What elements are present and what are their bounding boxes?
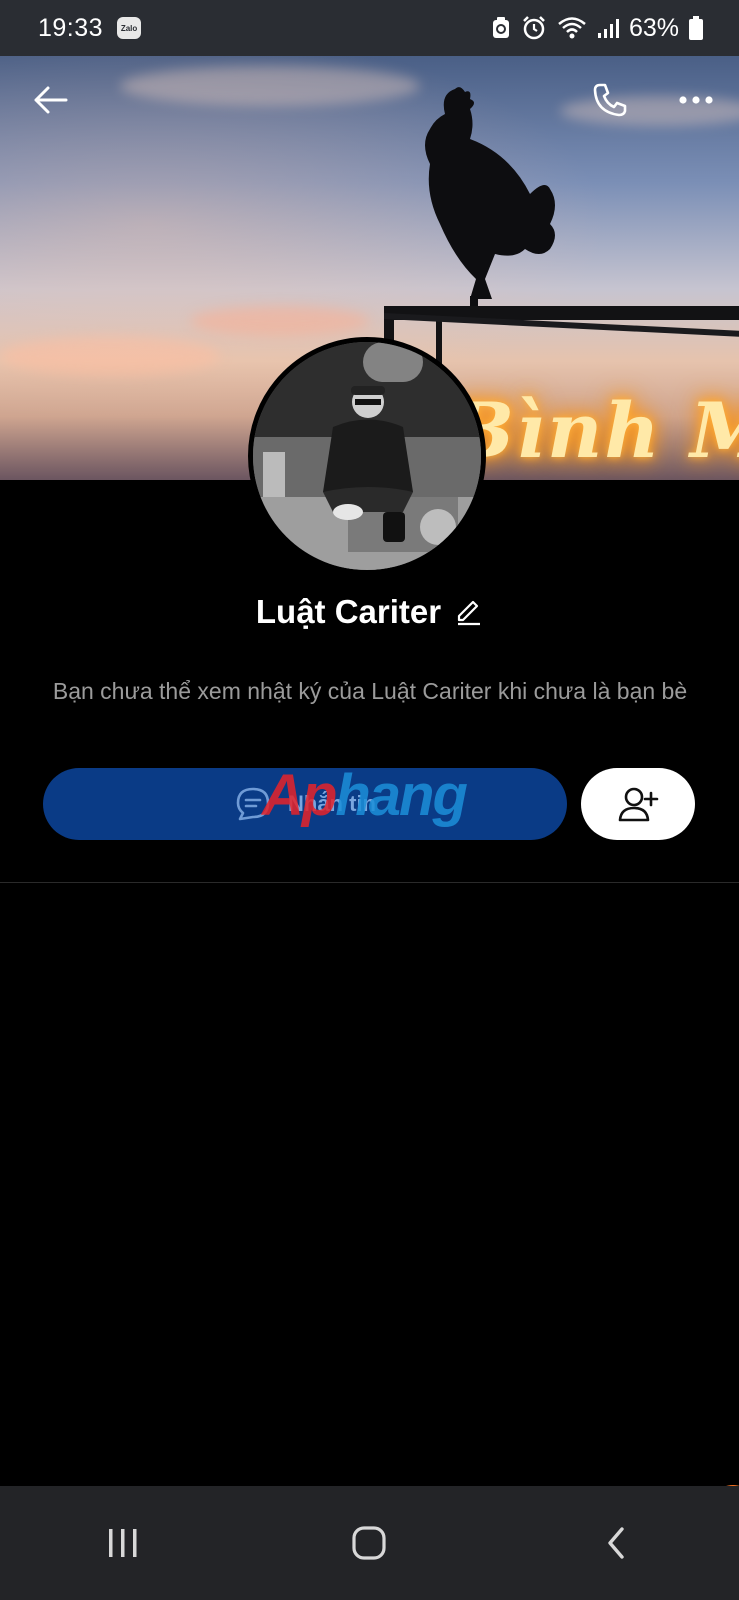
add-friend-button[interactable] <box>581 768 695 840</box>
home-button[interactable] <box>329 1503 409 1583</box>
call-button[interactable] <box>586 76 634 124</box>
wifi-icon <box>558 17 586 39</box>
chat-bubble-icon <box>236 787 270 821</box>
avatar-photo <box>253 342 481 570</box>
more-dots-icon <box>679 96 713 104</box>
pencil-icon <box>458 600 481 626</box>
recycle-icon <box>492 17 509 38</box>
sign-neon-text: Bình Minh <box>450 386 739 475</box>
message-button[interactable]: Nhắn tin <box>43 768 567 840</box>
status-time: 19:33 <box>38 13 104 42</box>
battery-percent: 63% <box>628 13 679 42</box>
signal-icon <box>597 19 619 38</box>
arrow-left-icon <box>34 86 68 114</box>
rooster-silhouette <box>425 87 555 316</box>
home-icon <box>352 1526 387 1560</box>
more-options-button[interactable] <box>670 76 722 124</box>
status-bar: 19:33 Zalo 63% <box>0 0 739 56</box>
system-nav-bar <box>0 1486 739 1600</box>
user-plus-icon <box>618 787 659 822</box>
profile-name: Luật Cariter <box>255 593 442 630</box>
section-divider <box>0 882 739 883</box>
chevron-left-icon <box>608 1527 624 1559</box>
phone-icon <box>593 83 627 117</box>
edit-name-button[interactable] <box>455 598 483 626</box>
alarm-icon <box>523 16 545 40</box>
recent-apps-button[interactable] <box>83 1503 163 1583</box>
battery-icon <box>689 16 703 40</box>
profile-name-row: Luật Cariter <box>0 588 739 636</box>
message-button-label: Nhắn tin <box>288 791 376 816</box>
privacy-notice: Bạn chưa thể xem nhật ký của Luật Carite… <box>52 678 688 704</box>
back-button[interactable] <box>26 76 74 124</box>
nav-back-button[interactable] <box>576 1503 656 1583</box>
zalo-notification-icon: Zalo <box>117 17 142 39</box>
recent-apps-icon <box>109 1529 137 1557</box>
profile-avatar[interactable] <box>248 337 486 575</box>
